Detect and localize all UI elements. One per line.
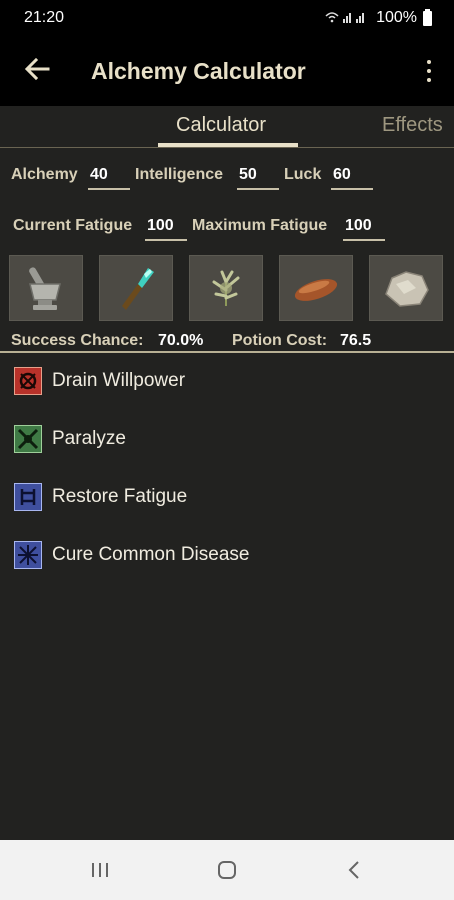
arrow-left-icon [24, 57, 50, 81]
more-vert-dot [427, 78, 431, 82]
ingredient-slot-2[interactable] [99, 255, 173, 321]
restore-fatigue-icon [14, 483, 42, 511]
current-fatigue-input[interactable] [145, 211, 187, 241]
potion-cost-label: Potion Cost: [232, 332, 328, 349]
status-bar: 21:20 100% [0, 0, 454, 38]
ingredient-slot-5[interactable] [369, 255, 443, 321]
chevron-left-icon [348, 861, 359, 879]
effect-label: Drain Willpower [52, 370, 186, 391]
effect-label: Restore Fatigue [52, 486, 188, 507]
current-fatigue-label: Current Fatigue [13, 217, 133, 234]
luck-input[interactable] [331, 160, 373, 190]
ingredient-slot-3[interactable] [189, 255, 263, 321]
ingredient-slot-4[interactable] [279, 255, 353, 321]
home-button[interactable] [207, 856, 247, 884]
glowing-crystal-icon [122, 268, 154, 310]
alchemy-input[interactable] [88, 160, 130, 190]
home-icon [218, 861, 236, 879]
attributes-row: Alchemy Intelligence Luck [0, 158, 454, 190]
list-item[interactable]: Drain Willpower [0, 356, 454, 406]
success-chance-label: Success Chance: [11, 332, 144, 349]
intelligence-label: Intelligence [135, 166, 224, 183]
effect-label: Paralyze [52, 428, 126, 449]
more-options-button[interactable] [422, 56, 436, 86]
list-item[interactable]: Cure Common Disease [0, 530, 454, 580]
grey-rock-icon [385, 271, 429, 307]
bread-loaf-icon [294, 279, 338, 301]
battery-percent: 100% [376, 9, 417, 26]
intelligence-input[interactable] [237, 160, 279, 190]
tab-bar: Calculator Effects [0, 106, 454, 148]
paralyze-icon [14, 425, 42, 453]
recent-apps-icon [92, 863, 108, 877]
system-nav-bar [0, 840, 454, 900]
ingredient-slots [0, 255, 454, 321]
divider [0, 351, 454, 353]
mortar-pestle-icon [29, 267, 61, 310]
luck-label: Luck [284, 166, 322, 183]
list-item[interactable]: Restore Fatigue [0, 472, 454, 522]
tab-indicator [158, 143, 298, 147]
signal-icon [324, 10, 370, 27]
main-content: Calculator Effects Alchemy Intelligence … [0, 106, 454, 840]
list-item[interactable]: Paralyze [0, 414, 454, 464]
status-time: 21:20 [24, 9, 65, 26]
ingredient-slot-1[interactable] [9, 255, 83, 321]
app-bar: Alchemy Calculator [0, 38, 454, 106]
potion-cost-value: 76.5 [340, 332, 372, 349]
recent-apps-button[interactable] [80, 856, 120, 884]
maximum-fatigue-label: Maximum Fatigue [192, 217, 328, 234]
plant-sprig-icon [212, 270, 240, 306]
tab-calculator[interactable]: Calculator [176, 114, 266, 137]
battery-icon [423, 8, 432, 26]
success-chance-value: 70.0% [158, 332, 204, 349]
drain-willpower-icon [14, 367, 42, 395]
potion-stats: Success Chance: 70.0% Potion Cost: 76.5 [0, 330, 454, 352]
maximum-fatigue-input[interactable] [343, 211, 385, 241]
status-indicators: 100% [324, 8, 432, 27]
effect-label: Cure Common Disease [52, 544, 250, 565]
alchemy-label: Alchemy [11, 166, 78, 183]
fatigue-row: Current Fatigue Maximum Fatigue [0, 209, 454, 241]
back-button[interactable] [22, 56, 52, 86]
cure-disease-icon [14, 541, 42, 569]
more-vert-icon [427, 60, 431, 64]
tab-effects[interactable]: Effects [382, 114, 443, 137]
app-title: Alchemy Calculator [91, 58, 306, 84]
more-vert-dot [427, 69, 431, 73]
system-back-button[interactable] [334, 856, 374, 884]
